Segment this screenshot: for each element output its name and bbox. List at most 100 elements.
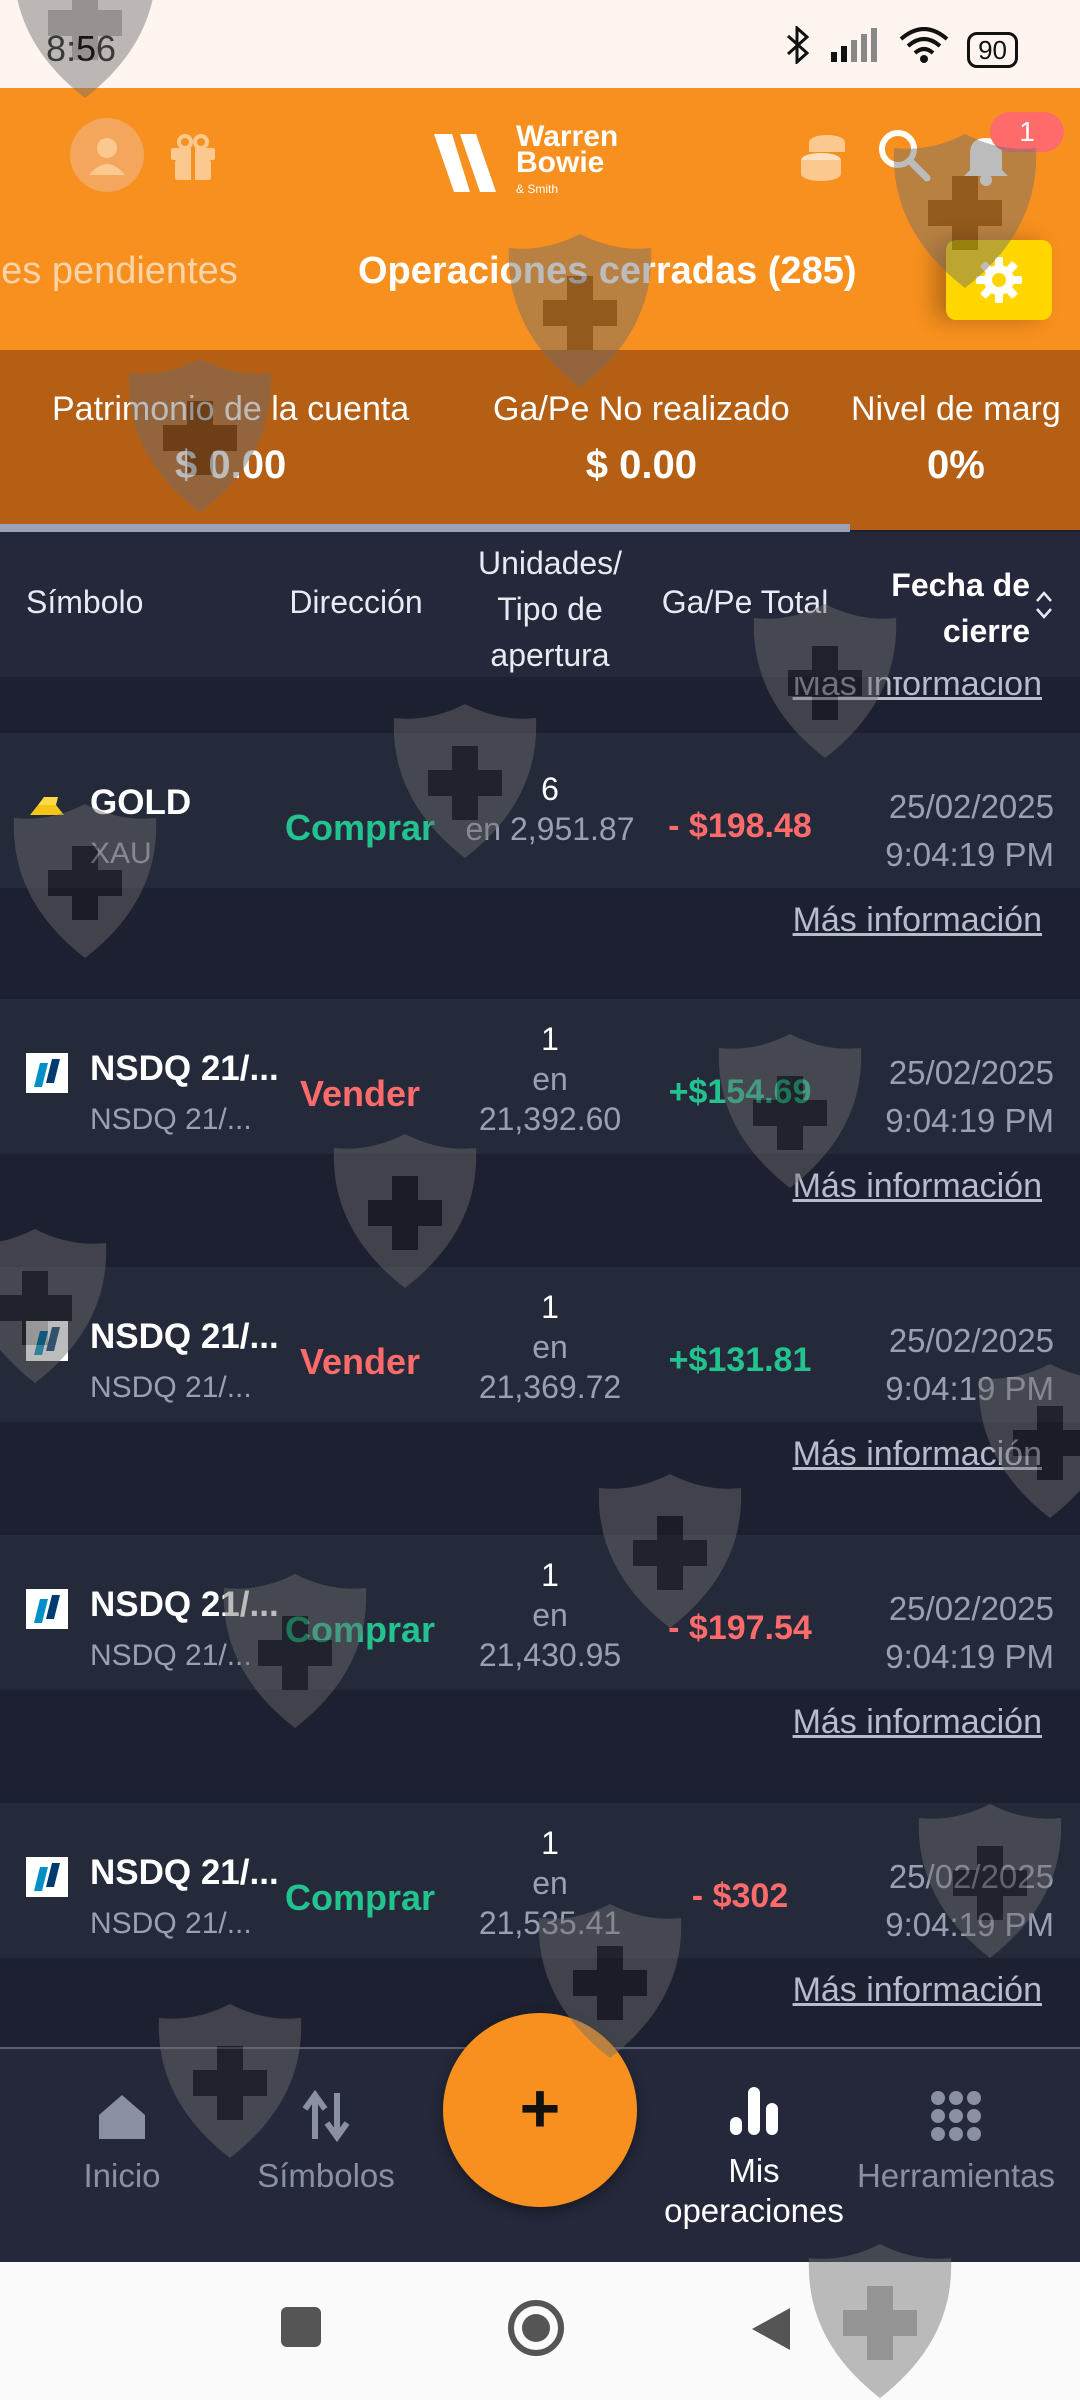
more-info-link[interactable]: Más información — [793, 901, 1042, 940]
nav-tools[interactable]: Herramientas — [846, 2089, 1066, 2195]
row-units: 1 en 21,430.95 — [450, 1555, 650, 1675]
table-row[interactable]: NSDQ 21/... NSDQ 21/... Comprar 1 en 21,… — [0, 1803, 1080, 2043]
header-units-l3: apertura — [490, 637, 610, 673]
nav-symbols[interactable]: Símbolos — [236, 2089, 416, 2195]
row-units-value: 1 — [541, 1289, 559, 1325]
row-symbol-sub: XAU — [90, 837, 152, 870]
row-open-price: 21,535.41 — [478, 1905, 622, 1941]
row-total-pl: +$131.81 — [668, 1341, 812, 1379]
notification-badge: 1 — [990, 112, 1064, 152]
row-symbol: NSDQ 21/... — [90, 1317, 279, 1356]
table-row[interactable]: NSDQ 21/... NSDQ 21/... Comprar 1 en 21,… — [0, 1535, 1080, 1775]
bar-chart-icon — [730, 2087, 778, 2135]
summary-margin-level: Nivel de marg 0% — [851, 390, 1061, 488]
nasdaq-icon — [26, 1589, 68, 1629]
row-units-value: 1 — [541, 1825, 559, 1861]
tab-bar: nes pendientes Operaciones cerradas (285… — [0, 238, 1080, 310]
brand-line3: & Smith — [516, 182, 559, 196]
header-date-l1: Fecha de — [891, 567, 1030, 603]
logo-mark-icon — [434, 134, 496, 192]
nav-my-operations-l1: Mis — [728, 2152, 780, 2189]
brand-logo: Warren Bowie & Smith — [430, 122, 618, 202]
table-row[interactable]: GOLD XAU Comprar 6 en 2,951.87 - $198.48… — [0, 733, 1080, 973]
avatar[interactable] — [70, 118, 144, 192]
closed-operations-list[interactable]: Más información GOLD XAU Comprar 6 en 2,… — [0, 677, 1080, 2047]
nav-my-operations-l2: operaciones — [664, 2192, 844, 2229]
tab-pending-operations[interactable]: nes pendientes — [0, 250, 238, 293]
summary-unrealized-value: $ 0.00 — [585, 443, 697, 487]
more-info-link[interactable]: Más información — [793, 1167, 1042, 1206]
row-symbol-sub: NSDQ 21/... — [90, 1907, 252, 1940]
row-direction: Comprar — [284, 1877, 436, 1918]
row-symbol-sub: NSDQ 21/... — [90, 1103, 252, 1136]
row-direction: Comprar — [284, 1609, 436, 1650]
nasdaq-icon — [26, 1321, 68, 1361]
home-icon — [99, 2095, 145, 2139]
swap-arrows-icon — [302, 2089, 350, 2143]
status-icons: 90 — [785, 24, 1018, 73]
app-header: Warren Bowie & Smith 1 nes pendientes Op… — [0, 88, 1080, 350]
row-time: 9:04:19 PM — [885, 836, 1054, 873]
row-units: 1 en 21,392.60 — [450, 1019, 650, 1139]
signal-icon — [829, 28, 881, 71]
row-time: 9:04:19 PM — [885, 1102, 1054, 1139]
summary-equity-value: $ 0.00 — [175, 443, 287, 487]
header-total-pl[interactable]: Ga/Pe Total — [650, 584, 840, 621]
sort-icon[interactable] — [1034, 590, 1054, 620]
row-time: 9:04:19 PM — [885, 1638, 1054, 1675]
more-info-link[interactable]: Más información — [793, 1435, 1042, 1474]
row-open-price: 21,369.72 — [478, 1369, 622, 1405]
row-direction: Vender — [299, 1341, 421, 1382]
table-row[interactable]: NSDQ 21/... NSDQ 21/... Vender 1 en 21,3… — [0, 1267, 1080, 1507]
status-time: 8:56 — [46, 28, 117, 69]
row-date: 25/02/2025 — [888, 1590, 1054, 1627]
row-units: 1 en 21,369.72 — [450, 1287, 650, 1407]
header-units[interactable]: Unidades/ Tipo de apertura — [450, 540, 650, 678]
table-header: Símbolo Dirección Unidades/ Tipo de aper… — [0, 532, 1080, 679]
summary-margin-value: 0% — [926, 443, 985, 487]
row-time: 9:04:19 PM — [885, 1906, 1054, 1943]
row-symbol: NSDQ 21/... — [90, 1853, 279, 1892]
coins-icon[interactable] — [795, 126, 855, 186]
row-symbol-sub: NSDQ 21/... — [90, 1639, 252, 1672]
nav-home[interactable]: Inicio — [32, 2089, 212, 2195]
battery-indicator: 90 — [967, 31, 1018, 68]
account-summary: Patrimonio de la cuenta $ 0.00 Ga/Pe No … — [0, 350, 1080, 530]
more-info-link[interactable]: Más información — [793, 1703, 1042, 1742]
row-close-date: 25/02/2025 9:04:19 PM — [885, 783, 1054, 879]
wifi-icon — [899, 27, 949, 72]
gift-icon[interactable] — [165, 128, 221, 184]
bluetooth-icon — [785, 24, 811, 73]
row-units-value: 1 — [541, 1557, 559, 1593]
row-date: 25/02/2025 — [888, 1054, 1054, 1091]
row-open-price: 21,392.60 — [478, 1101, 622, 1137]
row-open-prefix: en — [532, 1061, 568, 1097]
header-symbol[interactable]: Símbolo — [26, 584, 143, 621]
tab-closed-operations[interactable]: Operaciones cerradas (285) — [358, 250, 857, 293]
header-close-date[interactable]: Fecha de cierre — [860, 562, 1030, 654]
table-row[interactable]: NSDQ 21/... NSDQ 21/... Vender 1 en 21,3… — [0, 999, 1080, 1239]
row-units-value: 6 — [541, 771, 559, 807]
row-symbol: NSDQ 21/... — [90, 1049, 279, 1088]
recent-apps-icon[interactable] — [278, 2304, 324, 2350]
summary-unrealized-pl: Ga/Pe No realizado $ 0.00 — [493, 390, 790, 488]
search-icon[interactable] — [875, 126, 931, 182]
nav-my-operations[interactable]: Mis operaciones — [664, 2083, 844, 2231]
home-circle-icon[interactable] — [506, 2298, 566, 2358]
back-icon[interactable] — [748, 2304, 794, 2354]
header-direction[interactable]: Dirección — [276, 584, 436, 621]
new-operation-button[interactable]: + — [443, 2013, 637, 2207]
row-close-date: 25/02/2025 9:04:19 PM — [885, 1585, 1054, 1681]
nav-symbols-label: Símbolos — [257, 2157, 395, 2194]
row-symbol-sub: NSDQ 21/... — [90, 1371, 252, 1404]
brand-name: Warren Bowie & Smith — [516, 122, 618, 202]
more-info-link[interactable]: Más información — [793, 1971, 1042, 2010]
row-close-date: 25/02/2025 9:04:19 PM — [885, 1049, 1054, 1145]
row-total-pl: +$154.69 — [668, 1073, 812, 1111]
row-total-pl: - $198.48 — [668, 807, 812, 845]
row-close-date: 25/02/2025 9:04:19 PM — [885, 1853, 1054, 1949]
row-units-value: 1 — [541, 1021, 559, 1057]
row-total-pl: - $197.54 — [668, 1609, 812, 1647]
settings-button[interactable] — [946, 240, 1052, 320]
more-info-link[interactable]: Más información — [793, 677, 1042, 704]
